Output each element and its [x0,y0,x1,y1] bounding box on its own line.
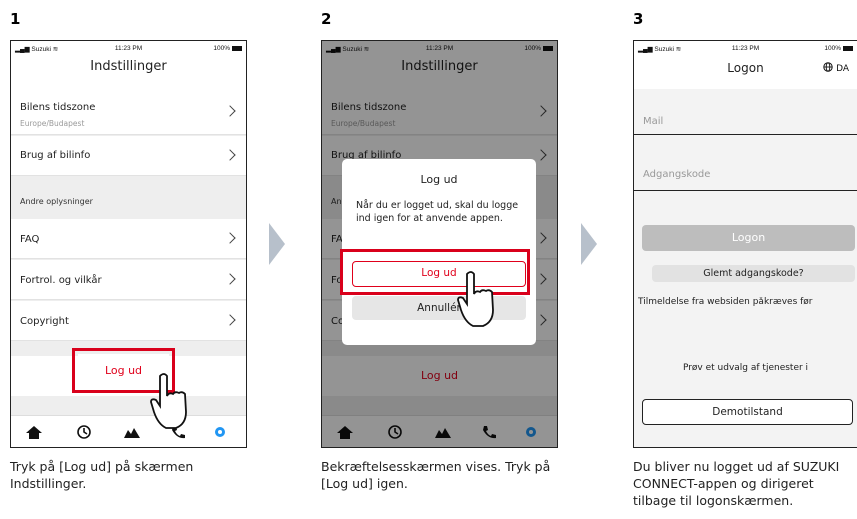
registration-note: Tilmeldelse fra websiden påkræves før [638,297,813,307]
privacy-row[interactable]: Fortrol. og vilkår [11,260,246,300]
gear-icon[interactable] [211,424,229,440]
faq-row[interactable]: FAQ [11,219,246,259]
timezone-value: Europe/Budapest [20,119,85,128]
mail-placeholder: Mail [643,116,664,127]
battery-label: 100% [213,45,242,52]
chevron-right-icon [224,105,236,117]
status-bar: ▂▄▆ Suzuki ≋ 11:23 PM 100% [11,41,246,55]
status-bar: ▂▄▆ Suzuki ≋ 11:23 PM 100% [634,41,857,55]
battery-label: 100% [824,45,853,52]
phone-dialog-screen: ▂▄▆ Suzuki ≋ 11:23 PM 100% Indstillinger… [321,40,558,448]
chevron-right-icon [224,149,236,161]
forgot-password-button[interactable]: Glemt adgangskode? [652,265,855,282]
chevron-right-icon [224,273,236,285]
vehicle-info-row[interactable]: Brug af bilinfo [11,136,246,176]
step-number: 1 [10,10,21,28]
faq-label: FAQ [20,234,40,245]
step-caption: Tryk på [Log ud] på skærmen Indstillinge… [10,459,194,491]
chevron-right-icon [224,232,236,244]
copyright-row[interactable]: Copyright [11,301,246,341]
step-caption: Bekræftelsesskærmen vises. Tryk på [Log … [321,459,551,491]
home-icon[interactable] [25,424,43,440]
phone-logon-screen: ▂▄▆ Suzuki ≋ 11:23 PM 100% Logon DA Mail… [633,40,857,448]
next-step-arrow-icon [581,223,597,265]
vehicle-info-label: Brug af bilinfo [20,150,91,161]
battery-icon [843,45,853,51]
battery-icon [232,45,242,51]
mail-field[interactable]: Mail [634,89,857,135]
tab-bar [11,415,246,447]
section-header: Andre oplysninger [20,197,93,206]
page-title: Indstillinger [90,59,167,74]
confirm-highlight [340,249,530,295]
password-placeholder: Adgangskode [643,169,711,180]
demo-mode-button[interactable]: Demotilstand [642,399,853,425]
tap-hand-icon [457,271,494,327]
step-caption: Du bliver nu logget ud af SUZUKI CONNECT… [633,459,840,508]
copyright-label: Copyright [20,316,69,327]
language-label: DA [836,64,849,74]
logon-button[interactable]: Logon [642,225,855,251]
dialog-title: Log ud [420,173,458,186]
privacy-label: Fortrol. og vilkår [20,275,102,286]
language-selector[interactable]: DA [823,62,849,74]
chevron-right-icon [224,314,236,326]
step-number: 3 [633,10,644,28]
dialog-message: Når du er logget ud, skal du logge ind i… [356,200,519,224]
password-underline [634,190,857,191]
map-icon[interactable] [123,424,141,440]
tap-hand-icon [150,373,187,429]
time-label: 11:23 PM [114,45,143,52]
step-number: 2 [321,10,332,28]
globe-icon [823,62,833,72]
mail-underline [634,134,857,135]
history-icon[interactable] [75,424,93,440]
try-services-text: Prøv et udvalg af tjenester i [682,363,809,373]
password-field[interactable]: Adgangskode [634,151,857,191]
timezone-row[interactable]: Bilens tidszone Europe/Budapest [11,89,246,135]
timezone-label: Bilens tidszone [20,102,96,113]
next-step-arrow-icon [269,223,285,265]
